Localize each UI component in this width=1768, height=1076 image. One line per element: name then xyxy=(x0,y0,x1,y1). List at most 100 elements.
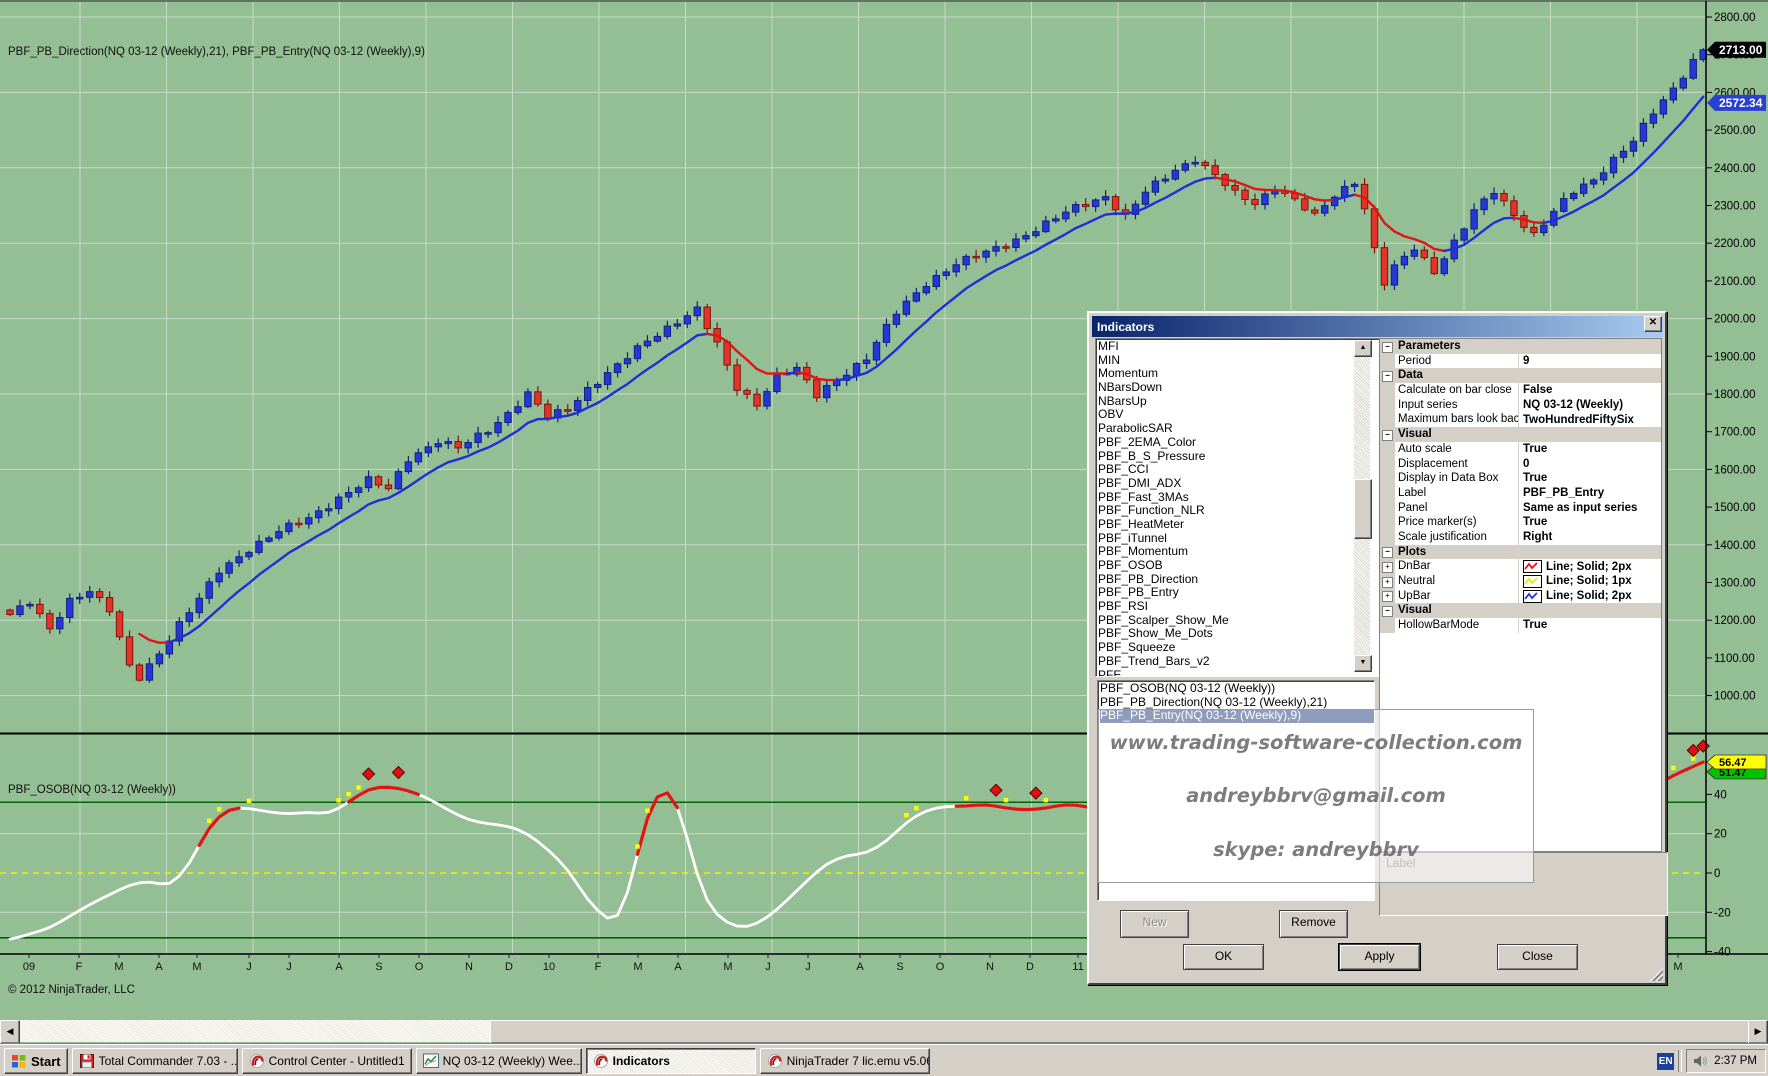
property-grid[interactable]: −ParametersPeriod9−DataCalculate on bar … xyxy=(1379,338,1662,852)
indicator-list-item[interactable]: MFI xyxy=(1098,340,1374,354)
task-button[interactable]: NinjaTrader 7 lic.emu v5.06 xyxy=(760,1048,930,1074)
scroll-right-button[interactable]: ▶ xyxy=(1748,1020,1768,1044)
indicator-list-item[interactable]: OBV xyxy=(1098,408,1374,422)
property-row[interactable]: +DnBarLine; Solid; 2px xyxy=(1380,559,1661,574)
property-value[interactable]: Line; Solid; 2px xyxy=(1518,559,1661,574)
start-button[interactable]: Start xyxy=(4,1048,68,1074)
dialog-titlebar[interactable]: Indicators xyxy=(1092,316,1663,337)
indicator-list-item[interactable]: PBF_CCI xyxy=(1098,463,1374,477)
indicator-list-item[interactable]: PBF_Squeeze xyxy=(1098,641,1374,655)
property-value[interactable]: NQ 03-12 (Weekly) xyxy=(1518,398,1661,413)
collapse-icon[interactable]: − xyxy=(1382,547,1393,558)
property-value[interactable]: PBF_PB_Entry xyxy=(1518,486,1661,501)
property-row[interactable]: Period9 xyxy=(1380,354,1661,369)
apply-button[interactable]: Apply xyxy=(1339,944,1420,970)
property-value[interactable] xyxy=(1518,545,1661,560)
property-value[interactable] xyxy=(1518,427,1661,442)
close-dialog-button[interactable]: Close xyxy=(1497,944,1578,970)
indicator-list-item[interactable]: PBF_PB_Direction xyxy=(1098,573,1374,587)
expand-icon[interactable]: + xyxy=(1382,562,1393,573)
indicator-list-item[interactable]: PBF_iTunnel xyxy=(1098,532,1374,546)
indicator-list-item[interactable]: PBF_OSOB xyxy=(1098,559,1374,573)
task-button[interactable]: Total Commander 7.03 - ... xyxy=(72,1048,238,1074)
indicator-list-item[interactable]: PBF_RSI xyxy=(1098,600,1374,614)
vscroll-thumb[interactable] xyxy=(1354,479,1372,539)
indicator-list-item[interactable]: PBF_B_S_Pressure xyxy=(1098,450,1374,464)
scroll-down-icon[interactable]: ▼ xyxy=(1354,655,1372,672)
clock[interactable]: 2:37 PM xyxy=(1714,1055,1757,1067)
collapse-icon[interactable]: − xyxy=(1382,430,1393,441)
scroll-up-icon[interactable]: ▲ xyxy=(1354,340,1372,357)
configured-indicator-item[interactable]: PBF_PB_Direction(NQ 03-12 (Weekly),21) xyxy=(1100,696,1374,710)
indicator-list-item[interactable]: PBF_DMI_ADX xyxy=(1098,477,1374,491)
indicator-list-item[interactable]: PBF_2EMA_Color xyxy=(1098,436,1374,450)
task-button[interactable]: Indicators xyxy=(586,1048,756,1074)
property-row[interactable]: LabelPBF_PB_Entry xyxy=(1380,486,1661,501)
indicator-list-item[interactable]: PBF_Momentum xyxy=(1098,545,1374,559)
property-value[interactable]: 9 xyxy=(1518,354,1661,369)
property-value[interactable]: True xyxy=(1518,515,1661,530)
property-value[interactable] xyxy=(1518,339,1661,354)
configured-indicator-item[interactable]: PBF_PB_Entry(NQ 03-12 (Weekly),9) xyxy=(1100,709,1374,723)
property-value[interactable]: Line; Solid; 2px xyxy=(1518,589,1661,604)
property-row[interactable]: +UpBarLine; Solid; 2px xyxy=(1380,589,1661,604)
property-row[interactable]: Scale justificationRight xyxy=(1380,530,1661,545)
property-value[interactable] xyxy=(1518,368,1661,383)
property-row[interactable]: Input seriesNQ 03-12 (Weekly) xyxy=(1380,398,1661,413)
indicator-list-item[interactable]: PBF_Function_NLR xyxy=(1098,504,1374,518)
property-category-row[interactable]: −Data xyxy=(1380,368,1661,383)
indicator-list-item[interactable]: NBarsDown xyxy=(1098,381,1374,395)
property-value[interactable]: Right xyxy=(1518,530,1661,545)
remove-button[interactable]: Remove xyxy=(1279,910,1348,938)
indicator-list-item[interactable]: Momentum xyxy=(1098,367,1374,381)
dialog-close-icon[interactable]: ✕ xyxy=(1644,316,1662,332)
property-row[interactable]: Price marker(s)True xyxy=(1380,515,1661,530)
ok-button[interactable]: OK xyxy=(1183,944,1264,970)
property-value[interactable]: True xyxy=(1518,442,1661,457)
task-button[interactable]: Control Center - Untitled1 xyxy=(242,1048,412,1074)
indicator-list-item[interactable]: MIN xyxy=(1098,354,1374,368)
indicator-list-item[interactable]: PBF_HeatMeter xyxy=(1098,518,1374,532)
property-category-row[interactable]: −Visual xyxy=(1380,427,1661,442)
expand-icon[interactable]: + xyxy=(1382,577,1393,588)
resize-grip[interactable] xyxy=(1650,968,1663,981)
property-value[interactable]: Same as input series xyxy=(1518,501,1661,516)
scroll-left-button[interactable]: ◀ xyxy=(0,1020,20,1044)
property-category-row[interactable]: −Parameters xyxy=(1380,339,1661,354)
chart-hscrollbar[interactable]: ◀ ▶ xyxy=(0,1020,1768,1042)
collapse-icon[interactable]: − xyxy=(1382,342,1393,353)
indicator-list-item[interactable]: PBF_PB_Entry xyxy=(1098,586,1374,600)
property-category-row[interactable]: −Visual xyxy=(1380,603,1661,618)
hscroll-thumb[interactable] xyxy=(490,1020,1750,1044)
property-row[interactable]: Displacement0 xyxy=(1380,457,1661,472)
indicator-list-item[interactable]: ParabolicSAR xyxy=(1098,422,1374,436)
indicator-list-item[interactable]: PBF_Fast_3MAs xyxy=(1098,491,1374,505)
indicator-list-item[interactable]: PBF_Trend_Bars_v2 xyxy=(1098,655,1374,669)
collapse-icon[interactable]: − xyxy=(1382,371,1393,382)
property-row[interactable]: Maximum bars look backTwoHundredFiftySix xyxy=(1380,412,1661,427)
indicator-list-item[interactable]: PBF_Show_Me_Dots xyxy=(1098,627,1374,641)
property-row[interactable]: Calculate on bar closeFalse xyxy=(1380,383,1661,398)
indicator-list-item[interactable]: NBarsUp xyxy=(1098,395,1374,409)
property-value[interactable]: 0 xyxy=(1518,457,1661,472)
list-scrollbar[interactable]: ▲ ▼ xyxy=(1354,340,1370,672)
task-button[interactable]: NQ 03-12 (Weekly) Wee... xyxy=(416,1048,582,1074)
volume-icon[interactable] xyxy=(1692,1053,1708,1069)
property-row[interactable]: HollowBarModeTrue xyxy=(1380,618,1661,633)
property-value[interactable] xyxy=(1518,603,1661,618)
property-value[interactable]: True xyxy=(1518,618,1661,633)
indicator-list-item[interactable]: PFE xyxy=(1098,669,1374,678)
available-indicators-list[interactable]: MFIMINMomentumNBarsDownNBarsUpOBVParabol… xyxy=(1095,338,1393,677)
new-button[interactable]: New xyxy=(1120,910,1189,938)
property-row[interactable]: +NeutralLine; Solid; 1px xyxy=(1380,574,1661,589)
property-value[interactable]: True xyxy=(1518,471,1661,486)
configured-indicator-item[interactable]: PBF_OSOB(NQ 03-12 (Weekly)) xyxy=(1100,682,1374,696)
property-value[interactable]: False xyxy=(1518,383,1661,398)
property-value[interactable]: Line; Solid; 1px xyxy=(1518,574,1661,589)
expand-icon[interactable]: + xyxy=(1382,591,1393,602)
collapse-icon[interactable]: − xyxy=(1382,606,1393,617)
property-value[interactable]: TwoHundredFiftySix xyxy=(1518,412,1661,427)
property-row[interactable]: Display in Data BoxTrue xyxy=(1380,471,1661,486)
language-indicator[interactable]: EN xyxy=(1657,1053,1674,1070)
property-row[interactable]: PanelSame as input series xyxy=(1380,501,1661,516)
